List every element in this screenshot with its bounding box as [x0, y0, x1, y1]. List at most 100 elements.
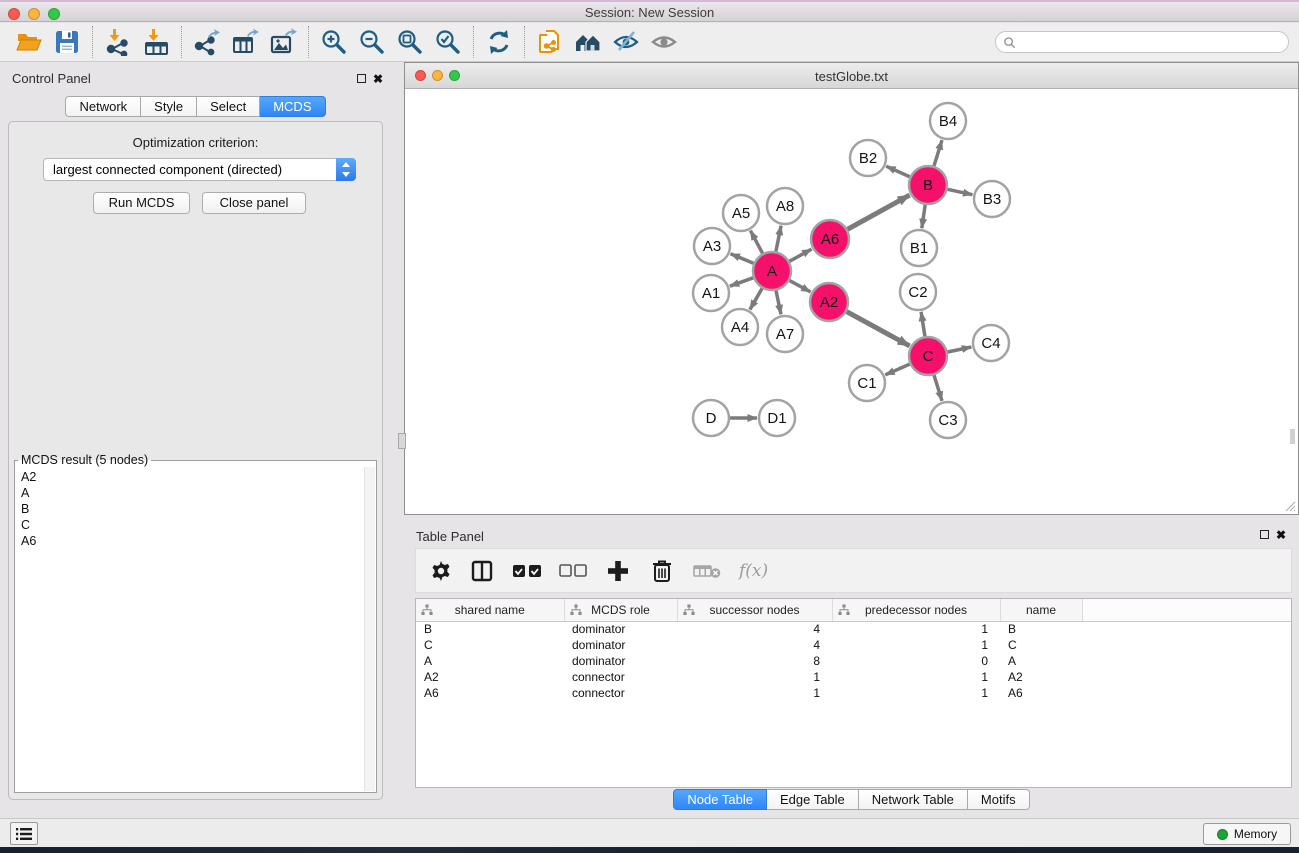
edge-C-C4[interactable] — [948, 347, 972, 352]
network-canvas[interactable]: B4B2BB3B1A5A8A6A3AA1A2C2A4A7C4CC1C3DD1 — [405, 89, 1298, 514]
node-C[interactable] — [909, 337, 947, 375]
result-item[interactable]: A2 — [15, 469, 364, 485]
search-input[interactable] — [1016, 33, 1288, 51]
import-network-button[interactable] — [99, 25, 137, 59]
node-C4[interactable] — [973, 325, 1009, 361]
table-cell[interactable]: dominator — [564, 653, 677, 669]
show-all-button[interactable] — [645, 25, 683, 59]
optimization-dropdown[interactable]: largest connected component (directed) — [43, 158, 356, 181]
column-header-name[interactable]: name — [1000, 599, 1082, 621]
node-B2[interactable] — [850, 140, 886, 176]
result-item[interactable]: C — [15, 517, 364, 533]
edge-B-B2[interactable] — [886, 166, 910, 177]
tab-style[interactable]: Style — [141, 96, 197, 117]
save-button[interactable] — [48, 25, 86, 59]
edge-B-B1[interactable] — [922, 205, 925, 228]
table-cell[interactable]: 4 — [677, 621, 832, 637]
table-cell[interactable]: 1 — [832, 621, 1000, 637]
float-table-panel-button[interactable] — [1260, 530, 1269, 539]
edge-A-A2[interactable] — [790, 281, 811, 292]
result-scrollbar[interactable] — [364, 467, 375, 791]
column-header-shared-name[interactable]: shared name — [416, 599, 564, 621]
run-mcds-button[interactable]: Run MCDS — [93, 192, 190, 214]
tab-network[interactable]: Network — [65, 96, 141, 117]
node-C2[interactable] — [900, 274, 936, 310]
close-panel-button[interactable]: ✖ — [373, 73, 383, 85]
edge-B-B4[interactable] — [934, 140, 942, 166]
splitter-handle[interactable] — [398, 433, 406, 449]
table-cell[interactable]: B — [416, 621, 564, 637]
node-A7[interactable] — [767, 316, 803, 352]
edge-A6-B[interactable] — [848, 195, 910, 229]
edge-B-B3[interactable] — [948, 189, 973, 194]
function-builder-button[interactable]: f(x) — [735, 554, 768, 588]
task-history-button[interactable] — [10, 822, 38, 845]
table-cell[interactable]: C — [416, 637, 564, 653]
table-row[interactable]: A2connector11A2 — [416, 669, 1291, 685]
memory-button[interactable]: Memory — [1203, 823, 1291, 845]
table-cell[interactable]: A — [1000, 653, 1082, 669]
export-image-button[interactable] — [264, 25, 302, 59]
open-folder-button[interactable] — [10, 25, 48, 59]
table-cell[interactable]: C — [1000, 637, 1082, 653]
table-cell[interactable]: 1 — [677, 685, 832, 701]
network-window-titlebar[interactable]: testGlobe.txt — [405, 63, 1298, 89]
column-header-successor-nodes[interactable]: successor nodes — [677, 599, 832, 621]
close-panel-button-mcds[interactable]: Close panel — [202, 192, 306, 214]
column-header-predecessor-nodes[interactable]: predecessor nodes — [832, 599, 1000, 621]
result-item[interactable]: A — [15, 485, 364, 501]
export-table-button[interactable] — [226, 25, 264, 59]
table-cell[interactable]: B — [1000, 621, 1082, 637]
node-A[interactable] — [753, 252, 791, 290]
edge-A2-C[interactable] — [847, 312, 910, 346]
node-A2[interactable] — [810, 283, 848, 321]
edge-C-C3[interactable] — [934, 375, 942, 401]
copy-network-button[interactable] — [531, 25, 569, 59]
tab-network-table[interactable]: Network Table — [859, 789, 968, 810]
result-item[interactable]: A6 — [15, 533, 364, 549]
table-row[interactable]: Cdominator41C — [416, 637, 1291, 653]
select-all-button[interactable] — [508, 554, 546, 588]
node-C1[interactable] — [849, 365, 885, 401]
zoom-out-button[interactable] — [353, 25, 391, 59]
edge-C-C2[interactable] — [921, 312, 925, 336]
table-settings-button[interactable] — [426, 554, 456, 588]
table-cell[interactable]: dominator — [564, 621, 677, 637]
table-row[interactable]: Adominator80A — [416, 653, 1291, 669]
table-cell[interactable]: 1 — [832, 685, 1000, 701]
table-cell[interactable]: 1 — [832, 669, 1000, 685]
deselect-all-button[interactable] — [555, 554, 591, 588]
node-A1[interactable] — [693, 275, 729, 311]
node-B4[interactable] — [930, 103, 966, 139]
table-row[interactable]: A6connector11A6 — [416, 685, 1291, 701]
node-A5[interactable] — [723, 195, 759, 231]
zoom-in-button[interactable] — [315, 25, 353, 59]
node-A6[interactable] — [811, 220, 849, 258]
table-cell[interactable]: connector — [564, 685, 677, 701]
table-cell[interactable]: 1 — [677, 669, 832, 685]
node-B1[interactable] — [901, 230, 937, 266]
edge-A-A1[interactable] — [730, 278, 753, 286]
node-B[interactable] — [909, 166, 947, 204]
tab-select[interactable]: Select — [197, 96, 260, 117]
tab-edge-table[interactable]: Edge Table — [767, 789, 859, 810]
table-cell[interactable]: dominator — [564, 637, 677, 653]
table-cell[interactable]: 8 — [677, 653, 832, 669]
table-cell[interactable]: A6 — [1000, 685, 1082, 701]
tab-node-table[interactable]: Node Table — [673, 789, 767, 810]
zoom-fit-button[interactable] — [391, 25, 429, 59]
export-network-button[interactable] — [188, 25, 226, 59]
result-item[interactable]: B — [15, 501, 364, 517]
table-cell[interactable]: A2 — [1000, 669, 1082, 685]
node-B3[interactable] — [974, 181, 1010, 217]
table-cell[interactable]: 4 — [677, 637, 832, 653]
node-D1[interactable] — [759, 400, 795, 436]
refresh-button[interactable] — [480, 25, 518, 59]
table-cell[interactable]: A6 — [416, 685, 564, 701]
add-column-button[interactable] — [600, 554, 636, 588]
column-header-MCDS-role[interactable]: MCDS role — [564, 599, 677, 621]
edge-A-A8[interactable] — [776, 226, 781, 252]
table-cell[interactable]: A — [416, 653, 564, 669]
column-view-button[interactable] — [465, 554, 499, 588]
splitter-handle[interactable] — [1290, 429, 1295, 444]
